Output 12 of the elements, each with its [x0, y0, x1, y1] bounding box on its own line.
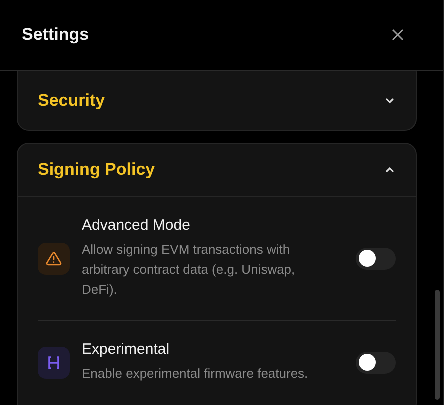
section-header[interactable]: Security — [18, 71, 416, 130]
setting-description: Allow signing EVM transactions with arbitrary contract data (e.g. Uniswap, DeFi). — [82, 241, 296, 299]
warning-icon — [46, 250, 62, 266]
dialog-title: Settings — [22, 25, 90, 45]
section-header[interactable]: Signing Policy — [18, 144, 416, 197]
setting-description: Enable experimental firmware features. — [82, 365, 310, 383]
setting-title: Advanced Mode — [82, 217, 192, 234]
setting-title: Experimental — [82, 341, 171, 358]
bracket-icon — [47, 356, 61, 370]
close-button[interactable] — [391, 28, 405, 42]
toggle-switch[interactable] — [356, 248, 396, 270]
toggle-switch[interactable] — [356, 352, 396, 374]
